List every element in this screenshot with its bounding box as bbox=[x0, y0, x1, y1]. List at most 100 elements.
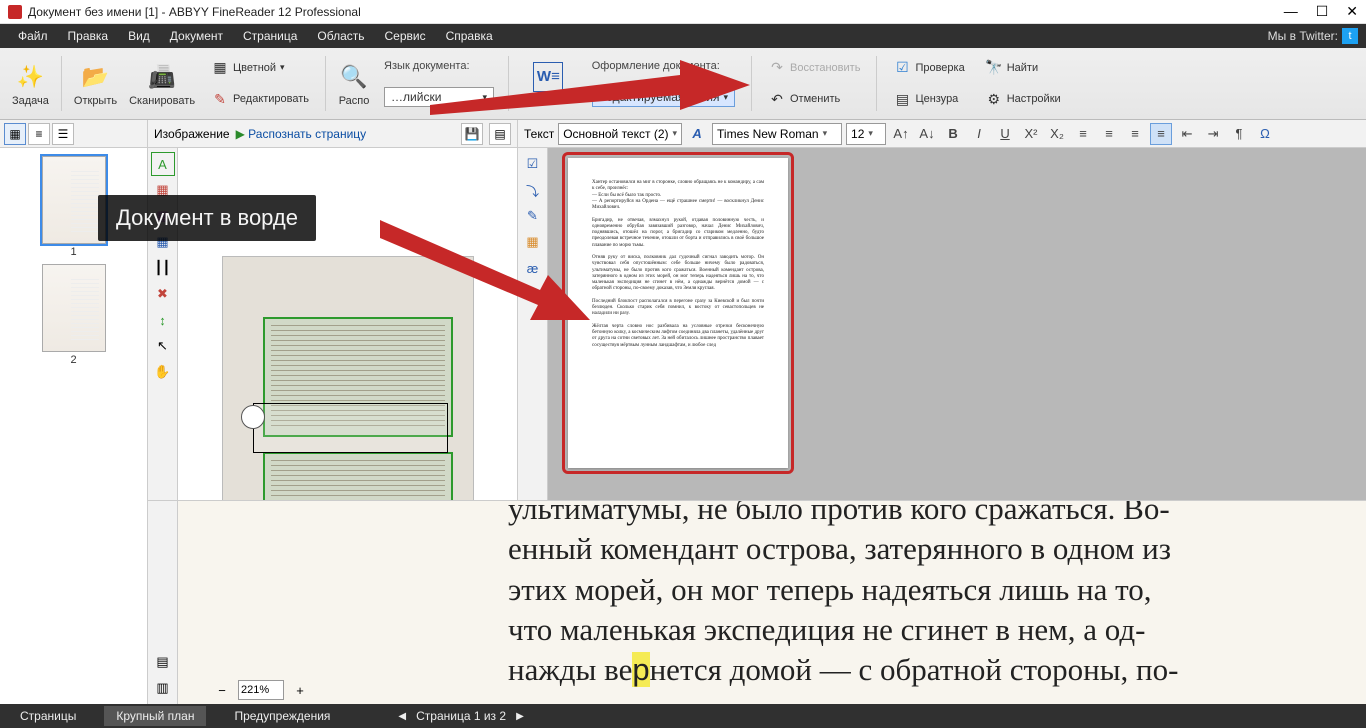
menu-page[interactable]: Страница bbox=[233, 29, 307, 43]
status-tab-warnings[interactable]: Предупреждения bbox=[222, 706, 342, 726]
menu-edit[interactable]: Правка bbox=[58, 29, 119, 43]
find-button[interactable]: 🔭 Найти bbox=[981, 57, 1065, 79]
title-bar: Документ без имени [1] - ABBYY FineReade… bbox=[0, 0, 1366, 24]
font-dialog-button[interactable]: A bbox=[686, 123, 708, 145]
region-barcode-tool[interactable]: ┃┃ bbox=[151, 256, 175, 280]
next-page-button[interactable]: ▶ bbox=[516, 711, 524, 722]
gear-icon: ⚙ bbox=[985, 90, 1003, 108]
menu-tools[interactable]: Сервис bbox=[375, 29, 436, 43]
task-button[interactable]: ✨ Задача bbox=[6, 52, 55, 115]
secondary-toolbar: ▦ ≡ ☰ Изображение ▶ Распознать страницу … bbox=[0, 120, 1366, 148]
closeup-tool-a[interactable]: ▤ bbox=[151, 650, 175, 674]
scan-button[interactable]: 📠 Сканировать bbox=[123, 52, 201, 115]
image-pane-label: Изображение bbox=[154, 127, 230, 141]
status-tab-pages[interactable]: Страницы bbox=[8, 706, 88, 726]
scanner-icon: 📠 bbox=[146, 61, 178, 93]
menu-file[interactable]: Файл bbox=[8, 29, 58, 43]
image-edit-button[interactable]: ✎ Редактировать bbox=[207, 88, 313, 110]
close-button[interactable]: ✕ bbox=[1346, 3, 1358, 20]
play-icon: ▶ bbox=[236, 127, 245, 141]
thumbnails-pane: 1 2 bbox=[0, 148, 148, 704]
prev-page-button[interactable]: ◀ bbox=[398, 711, 406, 722]
bold-button[interactable]: B bbox=[942, 123, 964, 145]
img-save-button[interactable]: 💾 bbox=[461, 123, 483, 145]
window-title: Документ без имени [1] - ABBYY FineReade… bbox=[28, 5, 1284, 19]
magnifier-icon bbox=[241, 405, 265, 429]
maximize-button[interactable]: ☐ bbox=[1316, 3, 1329, 20]
region-order-tool[interactable]: ↕ bbox=[151, 308, 175, 332]
align-justify-button[interactable]: ≡ bbox=[1150, 123, 1172, 145]
region-bgpic-tool[interactable]: ▦ bbox=[151, 204, 175, 228]
style-value: Основной текст (2) bbox=[563, 127, 668, 141]
wand-icon: ✨ bbox=[14, 61, 46, 93]
thumb-1-label: 1 bbox=[70, 246, 76, 258]
closeup-canvas[interactable]: ультиматумы, не было против кого сражать… bbox=[178, 501, 1366, 704]
pointer-tool[interactable]: ↖ bbox=[151, 334, 175, 358]
read-page-label: Распознать страницу bbox=[248, 127, 366, 141]
redact-icon: ▤ bbox=[893, 90, 911, 108]
magnify-doc-icon: 🔍 bbox=[338, 61, 370, 93]
view-thumbs-button[interactable]: ▦ bbox=[4, 123, 26, 145]
insert-symbol-button[interactable]: Ω bbox=[1254, 123, 1276, 145]
color-mode-button[interactable]: ▦ Цветной ▾ bbox=[207, 57, 313, 79]
color-label: Цветной bbox=[233, 62, 276, 74]
closeup-tool-b[interactable]: ▥ bbox=[151, 676, 175, 700]
align-left-button[interactable]: ≡ bbox=[1072, 123, 1094, 145]
binoculars-icon: 🔭 bbox=[985, 59, 1003, 77]
thumb-page-2[interactable]: 2 bbox=[39, 264, 109, 366]
undo-button[interactable]: ↶ Отменить bbox=[764, 88, 864, 110]
view-props-button[interactable]: ☰ bbox=[52, 123, 74, 145]
read-page-button[interactable]: ▶ Распознать страницу bbox=[236, 127, 367, 141]
size-dropdown[interactable]: 12▾ bbox=[846, 123, 886, 145]
menu-view[interactable]: Вид bbox=[118, 29, 160, 43]
recognize-button[interactable]: 🔍 Распо bbox=[332, 52, 376, 115]
closeup-zoom-in[interactable]: + bbox=[288, 678, 312, 702]
undo-icon: ↶ bbox=[768, 90, 786, 108]
region-text-tool[interactable]: A bbox=[151, 152, 175, 176]
align-center-button[interactable]: ≡ bbox=[1098, 123, 1120, 145]
edit-label: Редактировать bbox=[233, 93, 309, 105]
region-picture-tool[interactable]: ▦ bbox=[151, 178, 175, 202]
align-right-button[interactable]: ≡ bbox=[1124, 123, 1146, 145]
hand-tool[interactable]: ✋ bbox=[151, 360, 175, 384]
pencil-icon: ✎ bbox=[211, 90, 229, 108]
scan-label: Сканировать bbox=[129, 95, 195, 107]
minimize-button[interactable]: — bbox=[1284, 3, 1298, 20]
open-button[interactable]: 📂 Открыть bbox=[68, 52, 123, 115]
restore-button[interactable]: ↷ Восстановить bbox=[764, 57, 864, 79]
thumb-page-1[interactable]: 1 bbox=[39, 156, 109, 258]
font-dropdown[interactable]: Times New Roman▾ bbox=[712, 123, 842, 145]
closeup-pane: ▤ ▥ ультиматумы, не было против кого сра… bbox=[148, 500, 1366, 704]
img-props-button[interactable]: ▤ bbox=[489, 123, 511, 145]
menu-region[interactable]: Область bbox=[307, 29, 374, 43]
superscript-button[interactable]: X² bbox=[1020, 123, 1042, 145]
redact-button[interactable]: ▤ Цензура bbox=[889, 88, 968, 110]
style-dropdown[interactable]: Основной текст (2)▾ bbox=[558, 123, 682, 145]
shrink-font-button[interactable]: A↓ bbox=[916, 123, 938, 145]
grow-font-button[interactable]: A↑ bbox=[890, 123, 912, 145]
subscript-button[interactable]: X₂ bbox=[1046, 123, 1068, 145]
menu-document[interactable]: Документ bbox=[160, 29, 233, 43]
status-tab-closeup[interactable]: Крупный план bbox=[104, 706, 206, 726]
view-details-button[interactable]: ≡ bbox=[28, 123, 50, 145]
settings-button[interactable]: ⚙ Настройки bbox=[981, 88, 1065, 110]
txt-next-err-tool[interactable]: ⤵ bbox=[521, 178, 545, 202]
twitter-icon[interactable]: t bbox=[1342, 28, 1358, 44]
check-icon: ☑ bbox=[893, 59, 911, 77]
indent-dec-button[interactable]: ⇤ bbox=[1176, 123, 1198, 145]
italic-button[interactable]: I bbox=[968, 123, 990, 145]
status-bar: Страницы Крупный план Предупреждения ◀ С… bbox=[0, 704, 1366, 728]
menu-help[interactable]: Справка bbox=[436, 29, 503, 43]
indent-inc-button[interactable]: ⇥ bbox=[1202, 123, 1224, 145]
region-table-tool[interactable]: ▦ bbox=[151, 230, 175, 254]
region-erase-tool[interactable]: ✖ bbox=[151, 282, 175, 306]
txt-verify-tool[interactable]: ☑ bbox=[521, 152, 545, 176]
closeup-zoom-out[interactable]: − bbox=[210, 678, 234, 702]
menu-bar: Файл Правка Вид Документ Страница Област… bbox=[0, 24, 1366, 48]
verify-button[interactable]: ☑ Проверка bbox=[889, 57, 968, 79]
folder-open-icon: 📂 bbox=[80, 61, 112, 93]
task-label: Задача bbox=[12, 95, 49, 107]
closeup-zoom-input[interactable] bbox=[238, 680, 284, 700]
underline-button[interactable]: U bbox=[994, 123, 1016, 145]
show-marks-button[interactable]: ¶ bbox=[1228, 123, 1250, 145]
